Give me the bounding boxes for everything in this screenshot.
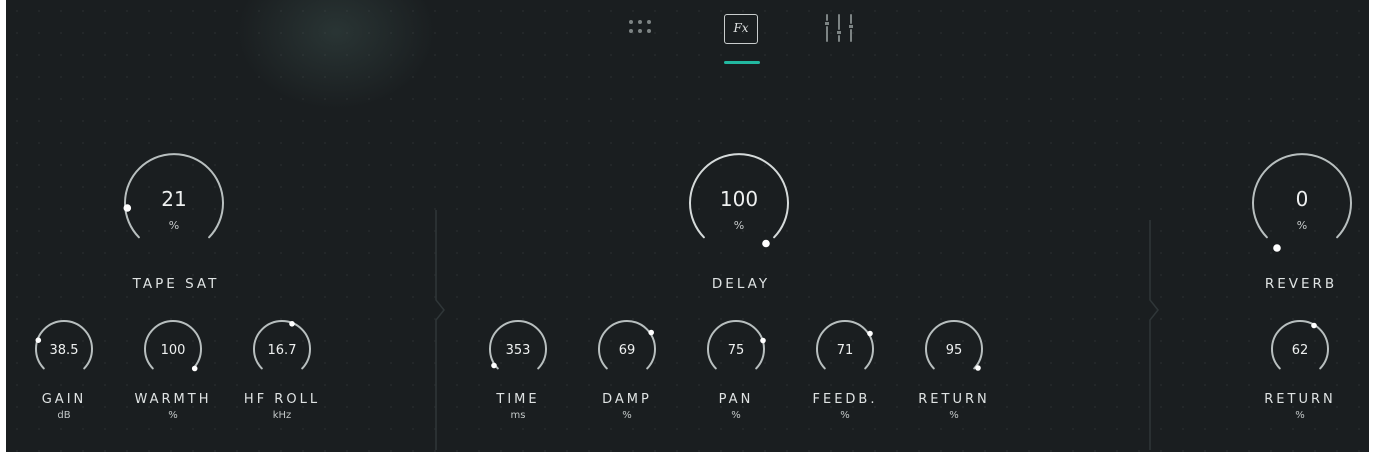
feedback-label: FEEDB. <box>812 392 878 407</box>
time-unit: ms <box>510 410 526 421</box>
tab-fx[interactable]: Fx <box>724 14 758 44</box>
hf-roll-label: HF ROLL <box>243 392 321 407</box>
hf-roll-value: 16.7 <box>267 343 297 358</box>
fx-panel: Fx 21 % TAPE SAT 38.5 GAIN dB 100 WARMTH… <box>6 0 1369 452</box>
damp-value: 69 <box>618 343 636 358</box>
feedback-value: 71 <box>836 343 854 358</box>
mixer-icon[interactable] <box>822 12 858 46</box>
damp-label: DAMP <box>602 392 652 407</box>
tape-sat-label: TAPE SAT <box>132 276 220 292</box>
warmth-label: WARMTH <box>134 392 212 407</box>
tape-sat-value: 21 <box>161 187 187 211</box>
gain-value: 38.5 <box>49 343 79 358</box>
delay-return-value: 95 <box>945 343 963 358</box>
pan-value: 75 <box>727 343 745 358</box>
tape-sat-unit: % <box>168 219 180 232</box>
section-divider-right <box>1149 220 1159 450</box>
active-tab-indicator <box>724 61 760 64</box>
feedback-unit: % <box>840 410 850 421</box>
reverb-unit: % <box>1296 219 1308 232</box>
delay-value: 100 <box>719 187 759 211</box>
background-artwork <box>236 0 436 110</box>
warmth-unit: % <box>168 410 178 421</box>
gain-unit: dB <box>57 410 71 421</box>
delay-return-label: RETURN <box>918 392 990 407</box>
damp-unit: % <box>622 410 632 421</box>
section-divider-left <box>435 210 445 450</box>
pan-unit: % <box>731 410 741 421</box>
pan-label: PAN <box>718 392 754 407</box>
reverb-label: REVERB <box>1264 276 1338 292</box>
delay-return-unit: % <box>949 410 959 421</box>
reverb-return-unit: % <box>1295 410 1305 421</box>
gain-label: GAIN <box>41 392 87 407</box>
warmth-value: 100 <box>160 343 186 358</box>
delay-label: DELAY <box>711 276 771 292</box>
grid-view-icon[interactable] <box>626 17 658 39</box>
reverb-return-value: 62 <box>1291 343 1309 358</box>
time-value: 353 <box>505 343 531 358</box>
hf-roll-unit: kHz <box>272 410 292 421</box>
reverb-return-label: RETURN <box>1264 392 1336 407</box>
delay-unit: % <box>733 219 745 232</box>
fx-icon: Fx <box>733 21 749 35</box>
reverb-value: 0 <box>1295 187 1309 211</box>
time-label: TIME <box>496 392 540 407</box>
